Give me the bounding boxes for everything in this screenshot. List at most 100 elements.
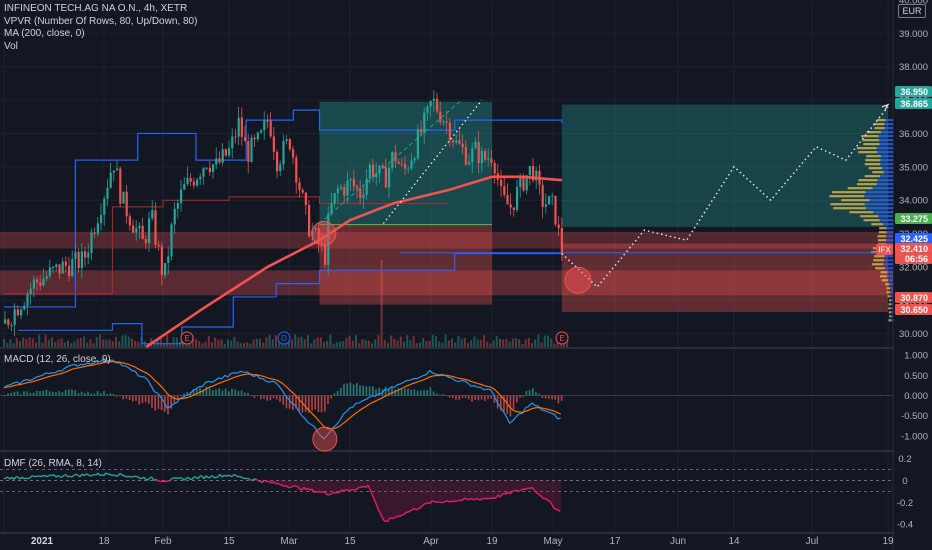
macd-histogram-bar [320, 395, 323, 413]
macd-histogram-bar [468, 395, 470, 400]
candle-body [170, 224, 173, 257]
price-axis-label: 36.000 [899, 129, 928, 140]
volume-bar [233, 336, 236, 347]
candle-body [356, 186, 359, 189]
dmf-line-segment [27, 477, 31, 480]
volume-bar [406, 335, 409, 347]
volume-bar [198, 341, 201, 347]
macd-highlight-circle [312, 426, 338, 452]
macd-histogram-bar [87, 391, 89, 396]
candle-body [189, 178, 192, 182]
candle-body [391, 152, 394, 168]
candle-body [480, 151, 483, 164]
candle-body [199, 176, 202, 180]
candle-body [461, 143, 464, 148]
vpvr-down-row [877, 179, 893, 182]
macd-histogram-bar [180, 394, 182, 396]
macd-histogram-bar [103, 390, 105, 396]
candle-body [61, 261, 64, 274]
candle-body [455, 140, 458, 143]
dmf-line-segment [19, 476, 23, 480]
dmf-line-segment [43, 474, 47, 478]
chart-canvas[interactable]: EDE 40.00039.00038.00037.00036.00035.000… [0, 0, 932, 550]
macd-histogram-bar [528, 390, 531, 396]
candle-body [509, 204, 512, 208]
macd-histogram-bar [327, 395, 329, 405]
symbol-title[interactable]: INFINEON TECH.AG NA O.N., 4h, XETR [4, 3, 197, 16]
vpvr-down-row [883, 263, 893, 266]
volume-bar [547, 335, 549, 347]
macd-histogram-bar [461, 395, 464, 398]
candle-body [349, 179, 352, 181]
indicator-vpvr[interactable]: VPVR (Number Of Rows, 80, Up/Down, 80) [4, 16, 197, 29]
volume-bar [473, 336, 476, 347]
candle-body [388, 167, 391, 188]
volume-bar [463, 337, 466, 347]
candle-body [157, 244, 160, 247]
forecast-stop-zone [561, 243, 888, 312]
vpvr-up-row [888, 319, 891, 322]
volume-bar [403, 341, 405, 347]
dmf-axis-label: 0 [902, 476, 907, 487]
dmf-line-segment [143, 476, 147, 481]
volume-bar [239, 343, 242, 347]
volume-bar [300, 336, 303, 347]
volume-bar [415, 343, 418, 347]
vpvr-down-row [890, 303, 893, 306]
macd-histogram-bar [490, 395, 492, 399]
volume-bar [291, 339, 293, 347]
volume-bar [73, 341, 76, 347]
indicator-ma[interactable]: MA (200, close, 0) [4, 28, 197, 41]
volume-bar [521, 343, 524, 347]
candle-body [557, 224, 560, 229]
candle-body [58, 264, 61, 274]
vpvr-up-row [889, 315, 892, 318]
volume-bar [447, 340, 450, 347]
volume-bar [118, 341, 121, 347]
volume-bar [268, 334, 271, 347]
vpvr-down-row [890, 291, 893, 294]
volume-bar [390, 335, 393, 347]
macd-histogram-bar [58, 390, 60, 396]
volume-bar [518, 339, 521, 347]
volume-bar [531, 343, 533, 347]
macd-histogram-bar [48, 391, 51, 396]
volume-bar [35, 342, 37, 347]
vpvr-down-row [876, 183, 893, 186]
long-stop-zone [319, 224, 492, 305]
dmf-line-segment [169, 477, 173, 482]
candle-body [7, 319, 10, 326]
price-axis-label: 35.000 [899, 162, 928, 173]
macd-histogram-bar [240, 390, 243, 396]
indicator-vol[interactable]: Vol [4, 41, 197, 54]
vpvr-up-row [885, 283, 890, 286]
volume-bar [329, 334, 332, 347]
candle-body [32, 279, 35, 289]
candle-body [298, 182, 301, 191]
macd-histogram-bar [429, 387, 432, 396]
dmf-line-segment [227, 474, 231, 477]
macd-histogram-bar [237, 391, 240, 396]
volume-bar [508, 341, 511, 347]
macd-title[interactable]: MACD (12, 26, close, 9) [4, 354, 111, 365]
volume-bar [217, 339, 220, 347]
macd-histogram-bar [324, 395, 326, 412]
vpvr-down-row [891, 315, 893, 318]
price-tag-label: 30.650 [900, 305, 928, 315]
volume-bar [265, 337, 268, 347]
macd-histogram-bar [183, 393, 185, 396]
currency-label[interactable]: EUR [898, 4, 926, 18]
macd-histogram-bar [384, 386, 387, 396]
candle-body [468, 162, 471, 165]
price-tag-label: 30.870 [900, 293, 928, 303]
vpvr-down-row [883, 223, 893, 226]
price-axis-label: 30.000 [899, 329, 928, 340]
candle-body [224, 149, 227, 156]
vpvr-up-row [873, 259, 885, 262]
candle-body [333, 193, 336, 204]
volume-bar [179, 341, 181, 347]
volume-bar [454, 342, 457, 347]
volume-bar [428, 340, 431, 347]
dmf-line-segment [75, 473, 79, 477]
dmf-title[interactable]: DMF (26, RMA, 8, 14) [4, 458, 102, 469]
